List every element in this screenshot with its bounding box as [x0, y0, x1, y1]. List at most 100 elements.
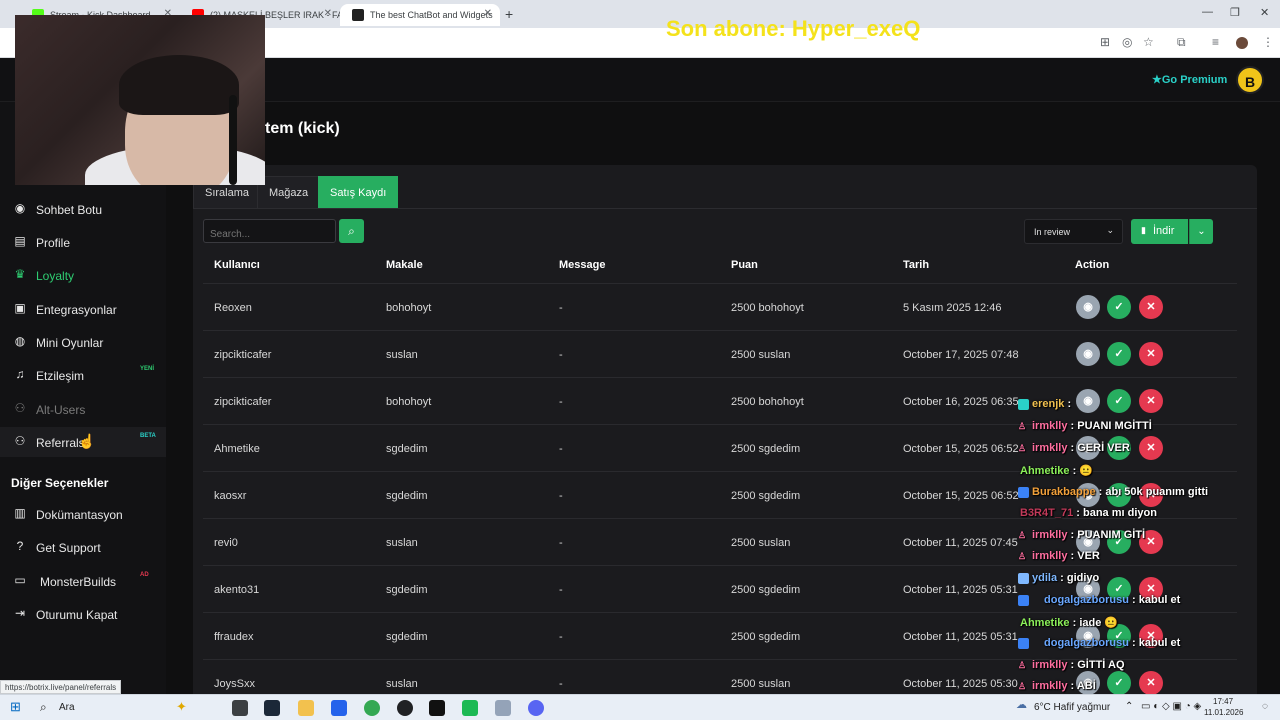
column-header-action: Action — [1075, 259, 1110, 271]
chat-user: irmklly — [1032, 420, 1068, 432]
sidebar-item-label: Get Support — [36, 541, 101, 555]
sparkle-icon: ✦ — [176, 699, 187, 714]
new-tab-icon[interactable]: + — [505, 6, 513, 22]
close-window-icon[interactable]: ✕ — [1260, 6, 1269, 19]
cell-points: 2500 suslan — [731, 678, 791, 690]
page-title: tem (kick) — [265, 120, 340, 137]
notification-icon[interactable]: ◌ — [1262, 701, 1268, 712]
chat-user: dogalgazborusu — [1044, 594, 1129, 606]
close-icon: ✕ — [1146, 677, 1156, 689]
more-menu-icon[interactable]: ⋮ — [1262, 35, 1274, 49]
chat-text: : PUANI MGİTTİ — [1070, 420, 1152, 432]
app-icon[interactable] — [495, 700, 511, 716]
reject-button[interactable]: ✕ — [1139, 342, 1163, 366]
restore-icon[interactable]: ❐ — [1230, 6, 1240, 19]
cell-user: zipcikticafer — [214, 349, 272, 361]
reject-button[interactable]: ✕ — [1139, 436, 1163, 460]
gamepad-icon: ◍ — [14, 334, 26, 348]
cell-points: 2500 suslan — [731, 537, 791, 549]
chat-text: : kabul et — [1132, 594, 1181, 606]
check-icon: ✓ — [1114, 301, 1124, 313]
clock-time[interactable]: 17:47 — [1213, 697, 1233, 706]
view-button[interactable]: ◉ — [1076, 295, 1100, 319]
reject-button[interactable]: ✕ — [1139, 671, 1163, 695]
close-tab-icon[interactable]: ✕ — [324, 8, 332, 19]
sidebar-item-profile[interactable]: ▤ Profile — [0, 227, 166, 257]
cell-item: sgdedim — [386, 631, 428, 643]
browser-tab-3[interactable]: The best ChatBot and Widgets ✕ — [340, 4, 500, 26]
weather-text[interactable]: 6°C Hafif yağmur — [1034, 702, 1110, 713]
approve-button[interactable]: ✓ — [1107, 295, 1131, 319]
star-icon[interactable]: ☆ — [1143, 35, 1154, 49]
windows-start-icon[interactable]: ⊞ — [10, 699, 21, 715]
eye-icon: ◉ — [1083, 348, 1093, 360]
cell-message: - — [559, 537, 563, 549]
taskbar-search-label[interactable]: Ara — [59, 702, 75, 713]
file-explorer-icon[interactable] — [298, 700, 314, 716]
go-premium-link[interactable]: ★Go Premium — [1152, 73, 1227, 86]
tab-sales-log[interactable]: Satış Kaydı — [318, 176, 399, 208]
steam-icon[interactable] — [264, 700, 280, 716]
chat-message: dogalgazborusu : kabul et — [1016, 637, 1180, 649]
chrome-icon[interactable] — [364, 700, 380, 716]
search-input[interactable] — [203, 219, 336, 243]
sidebar-item-monsterbuilds[interactable]: ▭ MonsterBuilds AD — [0, 566, 166, 596]
sidebar-item-logout[interactable]: ⇥ Oturumu Kapat — [0, 599, 166, 629]
sidebar-item-label: Sohbet Botu — [36, 203, 103, 217]
chat-message: ydila : gidiyo — [1016, 572, 1099, 584]
person-icon: ♙ — [1018, 530, 1027, 540]
app-icon[interactable] — [462, 700, 478, 716]
download-dropdown-button[interactable]: ⌄ — [1189, 219, 1213, 244]
tray-icons[interactable]: ▭ ◐ ◇ ▣ ◔ ◈ — [1141, 701, 1201, 712]
view-button[interactable]: ◉ — [1076, 389, 1100, 413]
search-button[interactable]: ⌕ — [339, 219, 364, 243]
check-icon: ✓ — [1114, 677, 1124, 689]
chat-user: irmklly — [1032, 529, 1068, 541]
sidebar-item-chatbot[interactable]: ◉ Sohbet Botu — [0, 194, 166, 224]
cell-date: October 11, 2025 05:31 — [903, 584, 1018, 596]
approve-button[interactable]: ✓ — [1107, 389, 1131, 413]
status-filter-select[interactable]: In review ⌄ — [1024, 219, 1123, 244]
eye-off-icon[interactable]: ◎ — [1122, 35, 1132, 49]
sidebar-item-integrations[interactable]: ▣ Entegrasyonlar — [0, 294, 166, 324]
reject-button[interactable]: ✕ — [1139, 295, 1163, 319]
person-icon: ♙ — [1018, 421, 1027, 431]
sidebar-item-docs[interactable]: ▥ Dokümantasyon — [0, 499, 166, 529]
view-button[interactable]: ◉ — [1076, 342, 1100, 366]
epic-games-icon[interactable] — [429, 700, 445, 716]
minimize-icon[interactable]: — — [1202, 6, 1213, 18]
sidebar-item-support[interactable]: ? Get Support — [0, 532, 166, 562]
webcam-headset — [229, 95, 237, 185]
sidebar-item-loyalty[interactable]: ♛ Loyalty — [0, 260, 166, 290]
sidebar-item-alt-users[interactable]: ⚇ Alt-Users — [0, 394, 166, 424]
sidebar-item-label: Oturumu Kapat — [36, 608, 118, 622]
store-icon[interactable] — [331, 700, 347, 716]
chat-user: irmklly — [1032, 442, 1068, 454]
close-icon: ✕ — [1146, 395, 1156, 407]
botrix-logo[interactable]: B — [1236, 66, 1264, 94]
sidebar-item-interaction[interactable]: ♫ Etzileşim YENİ — [0, 360, 166, 390]
translate-icon[interactable]: ⊞ — [1100, 35, 1110, 49]
approve-button[interactable]: ✓ — [1107, 342, 1131, 366]
reading-list-icon[interactable]: ≡ — [1212, 35, 1219, 49]
search-icon[interactable]: ⌕ — [40, 700, 47, 715]
sidebar-item-mini-games[interactable]: ◍ Mini Oyunlar — [0, 327, 166, 357]
reject-button[interactable]: ✕ — [1139, 389, 1163, 413]
download-button[interactable]: ▮ İndir — [1131, 219, 1188, 244]
discord-icon[interactable] — [528, 700, 544, 716]
profile-avatar-icon[interactable] — [1236, 37, 1248, 49]
task-view-icon[interactable] — [232, 700, 248, 716]
cell-item: suslan — [386, 678, 418, 690]
table-row: zipcikticafer bohohoyt - 2500 bohohoyt O… — [203, 377, 1237, 424]
close-icon: ✕ — [1146, 442, 1156, 454]
clock-date[interactable]: 11.01.2026 — [1204, 708, 1243, 717]
chevron-up-icon[interactable]: ⌃ — [1125, 701, 1133, 712]
obs-icon[interactable] — [397, 700, 413, 716]
tab-store[interactable]: Mağaza — [257, 176, 321, 208]
close-tab-icon[interactable]: ✕ — [484, 8, 492, 19]
extensions-icon[interactable]: ⧉ — [1177, 35, 1186, 50]
chat-message: Ahmetike : iade 😐 — [1016, 616, 1118, 629]
go-premium-label: Go Premium — [1161, 74, 1228, 86]
chat-text: : GERİ VER — [1070, 442, 1130, 454]
approve-button[interactable]: ✓ — [1107, 671, 1131, 695]
